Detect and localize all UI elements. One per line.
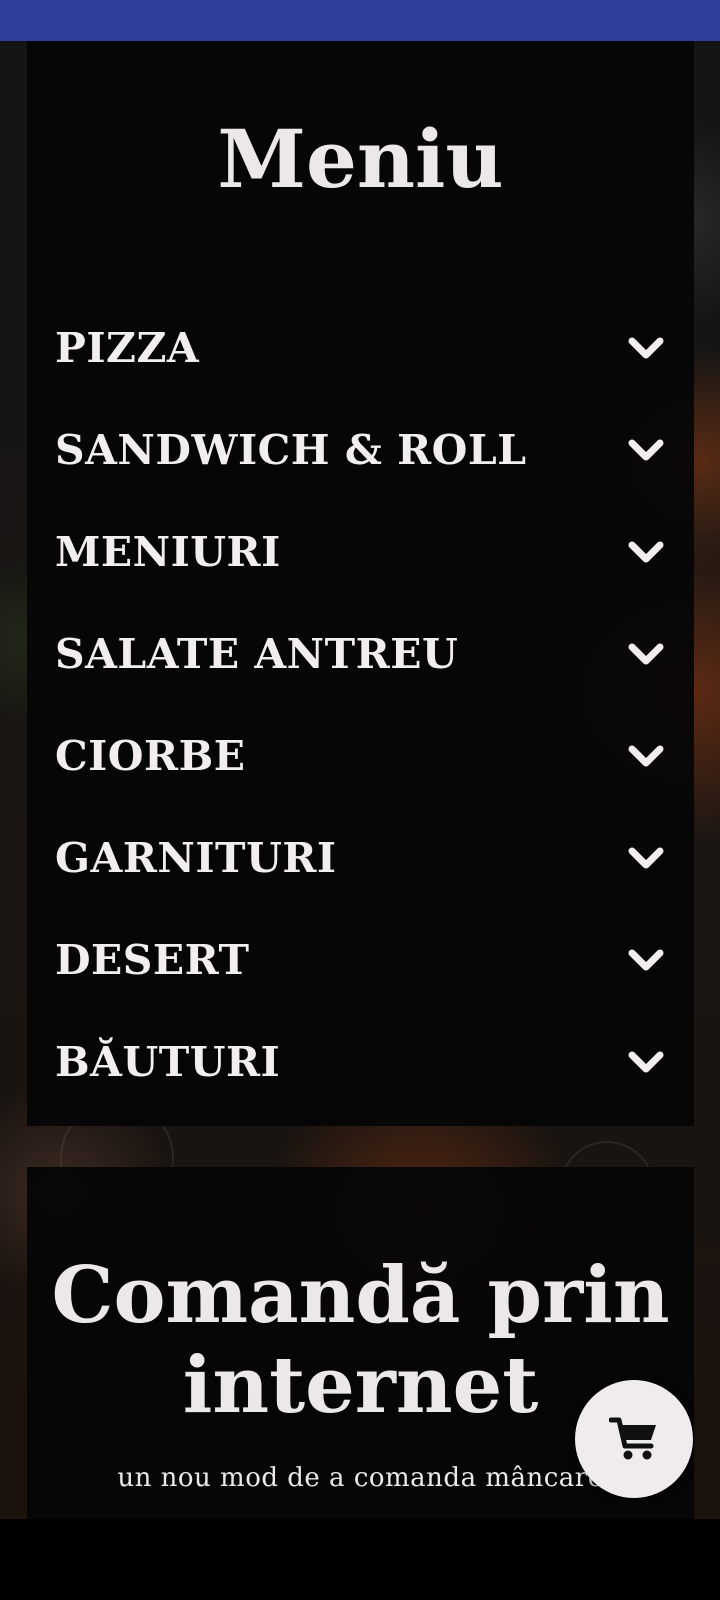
status-bar [0,0,720,41]
shopping-cart-icon [609,1417,656,1460]
chevron-down-icon [628,643,664,665]
category-label: SANDWICH & ROLL [55,426,527,474]
chevron-down-icon [628,541,664,563]
category-label: MENIURI [55,528,281,576]
menu-title: Meniu [217,112,504,206]
category-ciorbe[interactable]: CIORBE [27,721,694,791]
bottom-area [0,1519,720,1600]
category-sandwich-roll[interactable]: SANDWICH & ROLL [27,415,694,485]
category-pizza[interactable]: PIZZA [27,313,694,383]
category-label: DESERT [55,936,250,984]
category-desert[interactable]: DESERT [27,925,694,995]
menu-panel: Meniu PIZZA SANDWICH & ROLL MENIURI SALA… [27,41,694,1126]
category-label: SALATE ANTREU [55,630,459,678]
category-bauturi[interactable]: BĂUTURI [27,1027,694,1097]
chevron-down-icon [628,439,664,461]
chevron-down-icon [628,949,664,971]
category-label: GARNITURI [55,834,337,882]
category-garnituri[interactable]: GARNITURI [27,823,694,893]
category-label: PIZZA [55,324,200,372]
chevron-down-icon [628,1051,664,1073]
category-salate-antreu[interactable]: SALATE ANTREU [27,619,694,689]
category-meniuri[interactable]: MENIURI [27,517,694,587]
chevron-down-icon [628,337,664,359]
cart-button[interactable] [575,1380,693,1498]
chevron-down-icon [628,745,664,767]
chevron-down-icon [628,847,664,869]
category-label: CIORBE [55,732,246,780]
category-label: BĂUTURI [55,1038,281,1086]
online-order-title-line1: Comandă prin [51,1250,670,1341]
